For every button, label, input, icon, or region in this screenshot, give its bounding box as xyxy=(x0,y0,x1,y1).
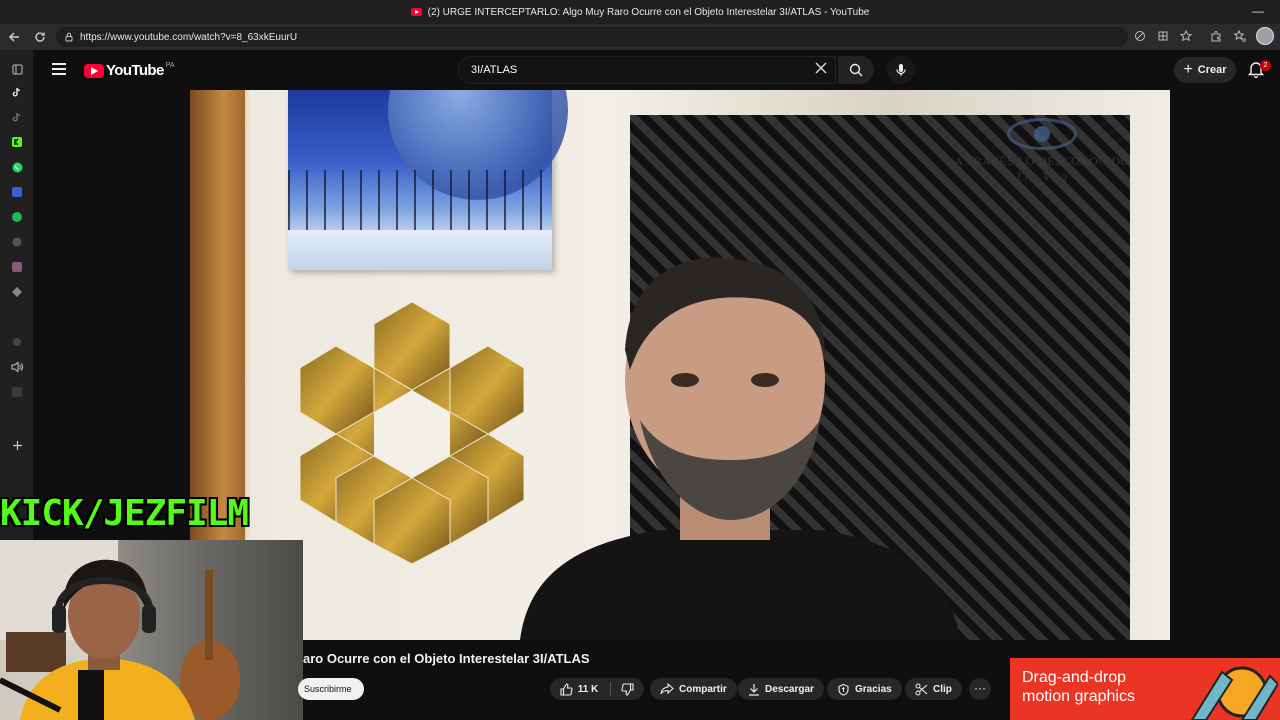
spotify-icon[interactable] xyxy=(10,210,24,224)
search-input[interactable]: 3I/ATLAS xyxy=(458,56,836,84)
ad-line2: motion graphics xyxy=(1022,688,1135,705)
speaker-icon[interactable] xyxy=(10,360,24,374)
address-bar[interactable]: https://www.youtube.com/watch?v=8_63xkEu… xyxy=(56,27,1128,47)
app-icon[interactable] xyxy=(10,235,24,249)
create-button[interactable]: + Crear xyxy=(1174,57,1236,83)
youtube-wordmark: YouTube xyxy=(106,62,164,79)
youtube-header: YouTube PA 3I/ATLAS + Crear 2 xyxy=(34,50,1280,90)
streamer-webcam xyxy=(0,540,303,720)
minimize-button[interactable]: — xyxy=(1252,4,1264,18)
subscribe-button[interactable]: Suscribirme xyxy=(298,678,364,700)
video-player[interactable]: A TRAVÉS LO DESCONOCIDO Live Vlog xyxy=(190,90,1170,640)
ad-line1: Drag-and-drop xyxy=(1022,669,1127,686)
watermark-line1: A TRAVÉS LO DESCONOCIDO xyxy=(954,154,1130,168)
watermark-line2: Live Vlog xyxy=(1016,169,1068,184)
kick-channel-overlay: KICK/JEZFILM xyxy=(0,493,249,534)
search-button[interactable] xyxy=(838,56,874,84)
youtube-logo[interactable]: YouTube PA xyxy=(84,62,175,79)
download-label: Descargar xyxy=(765,683,814,695)
dislike-button[interactable] xyxy=(612,678,642,700)
app-icon[interactable] xyxy=(10,285,24,299)
tiktok-icon[interactable] xyxy=(10,85,24,99)
scissors-icon xyxy=(915,683,928,695)
add-icon[interactable] xyxy=(10,438,24,452)
download-button[interactable]: Descargar xyxy=(738,678,824,700)
browser-toolbar: https://www.youtube.com/watch?v=8_63xkEu… xyxy=(0,24,1280,50)
like-count: 11 K xyxy=(577,683,599,695)
video-presenter xyxy=(520,257,960,640)
tiktok-icon[interactable] xyxy=(10,110,24,124)
whatsapp-icon[interactable] xyxy=(10,160,24,174)
tabs-icon[interactable] xyxy=(10,62,24,76)
apps-icon[interactable] xyxy=(1155,28,1171,44)
share-label: Compartir xyxy=(679,683,727,695)
profile-avatar[interactable] xyxy=(1256,27,1274,45)
channel-watermark: A TRAVÉS LO DESCONOCIDO Live Vlog xyxy=(942,118,1142,194)
star-icon[interactable] xyxy=(1178,28,1194,44)
extensions-icon[interactable] xyxy=(1208,28,1224,44)
url-text: https://www.youtube.com/watch?v=8_63xkEu… xyxy=(80,31,298,43)
lock-icon xyxy=(65,32,73,42)
app-icon[interactable] xyxy=(10,260,24,274)
more-actions-button[interactable]: ··· xyxy=(969,678,991,700)
ad-text: Drag-and-drop motion graphics xyxy=(1022,668,1135,706)
translate-icon[interactable] xyxy=(1132,28,1148,44)
country-code: PA xyxy=(165,62,175,69)
back-arrow-icon[interactable] xyxy=(2,26,26,48)
like-divider xyxy=(610,682,611,696)
video-title: aro Ocurre con el Objeto Interestelar 3I… xyxy=(303,651,590,666)
favorites-icon[interactable] xyxy=(1232,28,1248,44)
thanks-button[interactable]: Gracias xyxy=(827,678,902,700)
thumbs-up-icon xyxy=(560,682,573,696)
clip-label: Clip xyxy=(933,683,952,695)
thumbs-down-icon xyxy=(620,682,634,696)
share-icon xyxy=(660,683,674,695)
window-title-bar: (2) URGE INTERCEPTARLO: Algo Muy Raro Oc… xyxy=(0,0,1280,24)
reload-icon[interactable] xyxy=(28,26,52,48)
super-thanks-icon xyxy=(838,683,849,696)
youtube-favicon-icon xyxy=(410,8,422,16)
share-button[interactable]: Compartir xyxy=(650,678,737,700)
like-dislike-group: 11 K xyxy=(550,678,644,700)
screen: (2) URGE INTERCEPTARLO: Algo Muy Raro Oc… xyxy=(0,0,1280,720)
app-icon[interactable] xyxy=(10,385,24,399)
youtube-play-icon xyxy=(84,63,104,78)
notifications-badge: 2 xyxy=(1260,60,1271,71)
eye-logo-icon xyxy=(1007,118,1077,150)
window-title: (2) URGE INTERCEPTARLO: Algo Muy Raro Oc… xyxy=(427,6,870,18)
clear-search-icon[interactable] xyxy=(812,61,830,79)
voice-search-button[interactable] xyxy=(887,56,915,84)
microphone-icon xyxy=(896,64,906,76)
download-icon xyxy=(749,683,759,696)
like-button[interactable]: 11 K xyxy=(550,678,608,700)
ad-artwork xyxy=(1190,666,1278,720)
search-icon xyxy=(849,63,863,77)
ad-banner[interactable]: Drag-and-drop motion graphics xyxy=(1010,658,1280,720)
clip-button[interactable]: Clip xyxy=(905,678,962,700)
menu-icon[interactable] xyxy=(52,63,66,75)
thanks-label: Gracias xyxy=(855,683,892,695)
app-icon[interactable] xyxy=(10,185,24,199)
plus-icon: + xyxy=(1183,61,1193,78)
kick-icon[interactable] xyxy=(10,135,24,149)
app-icon[interactable] xyxy=(10,335,24,349)
search-query: 3I/ATLAS xyxy=(471,64,518,76)
create-label: Crear xyxy=(1197,64,1227,76)
